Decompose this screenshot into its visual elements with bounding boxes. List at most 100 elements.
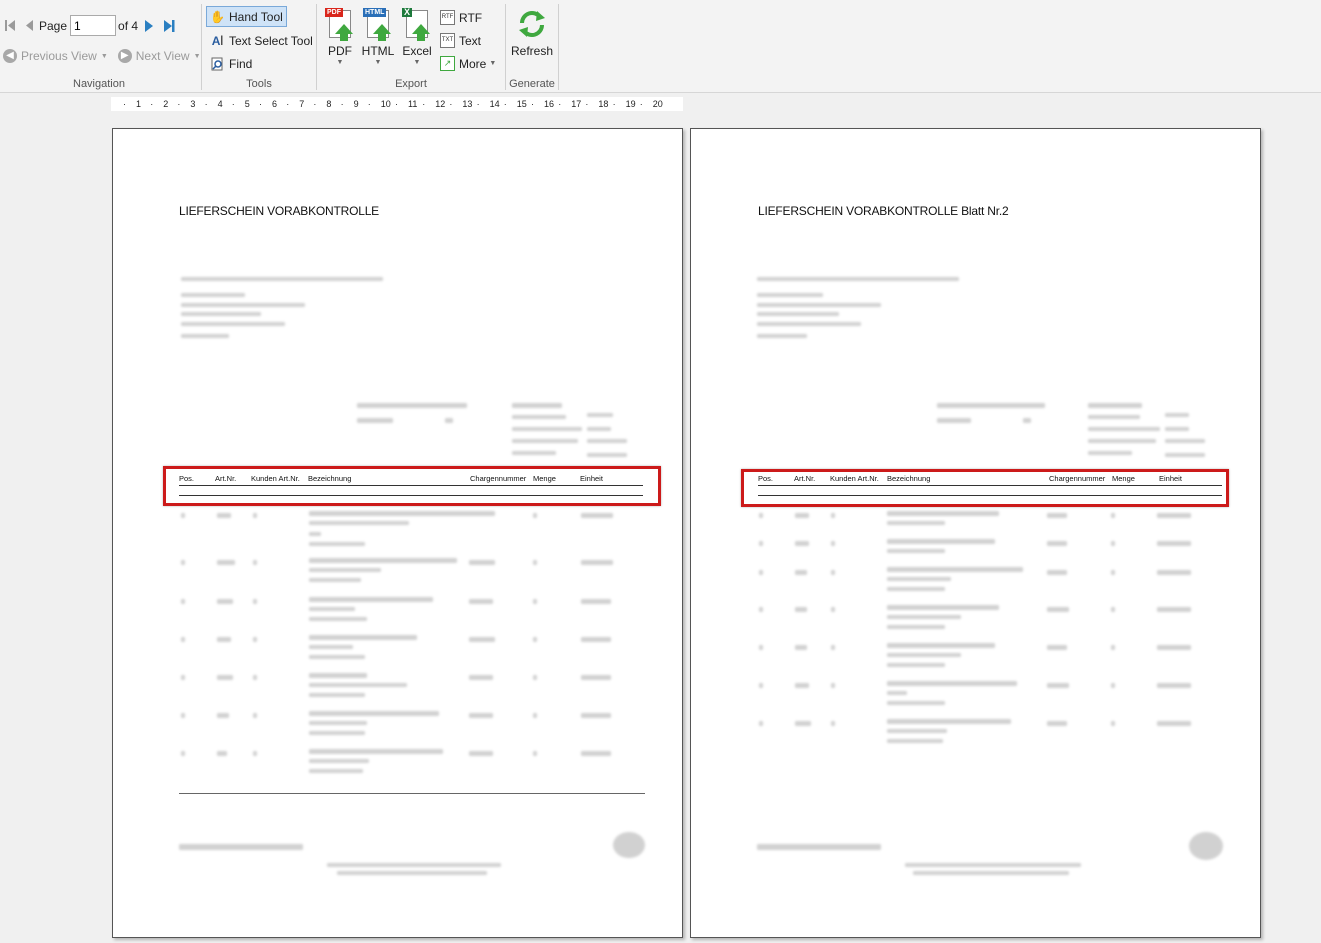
page-count: of 4 xyxy=(118,18,139,33)
previous-view-button[interactable]: ◀ Previous View ▼ xyxy=(3,49,108,63)
redacted-text xyxy=(795,683,809,688)
redacted-text xyxy=(337,871,487,875)
horizontal-ruler: 1 · 2 · 3 · 4 · 5 · 6 · 7 · 8 · 9 · 10 · 11 · 12 · 13 · 14 · 15 · 16 · 1… xyxy=(111,97,683,111)
redacted-text xyxy=(887,663,945,667)
redacted-text xyxy=(587,427,611,431)
logo xyxy=(1189,832,1223,860)
redacted-text xyxy=(937,403,1045,408)
export-html-button[interactable]: HTML HTML ▼ xyxy=(358,8,398,66)
redacted-text xyxy=(1088,451,1132,455)
export-rtf-button[interactable]: RTF RTF xyxy=(440,10,482,25)
tools-group-label: Tools xyxy=(246,78,272,90)
more-label: More xyxy=(459,56,487,71)
redacted-text xyxy=(831,645,835,650)
redacted-text xyxy=(181,560,185,565)
redacted-text xyxy=(512,415,566,419)
find-button[interactable]: Find xyxy=(207,53,255,74)
redacted-text xyxy=(1165,453,1205,457)
redacted-text xyxy=(887,615,961,619)
redacted-text xyxy=(1157,683,1191,688)
redacted-text xyxy=(469,713,493,718)
redacted-text xyxy=(309,721,367,725)
redacted-text xyxy=(587,439,627,443)
highlight-box xyxy=(163,466,661,506)
redacted-text xyxy=(887,521,945,525)
redacted-text xyxy=(757,303,881,307)
redacted-text xyxy=(757,844,881,850)
redacted-text xyxy=(795,541,809,546)
redacted-text xyxy=(309,673,367,678)
redacted-text xyxy=(887,701,945,705)
redacted-text xyxy=(1111,683,1115,688)
redacted-text xyxy=(1157,570,1191,575)
refresh-button[interactable]: Refresh xyxy=(509,8,555,58)
forward-arrow-icon: ▶ xyxy=(117,49,132,63)
redacted-text xyxy=(757,277,959,281)
last-page-icon[interactable] xyxy=(163,19,176,33)
previous-page-icon[interactable] xyxy=(24,19,34,32)
text-label: Text xyxy=(459,33,482,48)
redacted-text xyxy=(533,599,537,604)
redacted-text xyxy=(831,721,835,726)
export-more-button[interactable]: ↗ More ▼ xyxy=(440,56,496,71)
redacted-text xyxy=(181,675,185,680)
redacted-text xyxy=(253,713,257,718)
redacted-text xyxy=(512,403,562,408)
ruler-tick: · xyxy=(286,99,290,109)
redacted-text xyxy=(309,558,457,563)
redacted-text xyxy=(309,655,365,659)
redacted-text xyxy=(759,683,763,688)
redacted-text xyxy=(887,729,947,733)
redacted-text xyxy=(887,691,907,695)
ruler-tick-label: 7 xyxy=(299,99,305,109)
ruler-tick: · xyxy=(639,99,643,109)
ruler-tick-label: 5 xyxy=(244,99,250,109)
export-excel-button[interactable]: X Excel ▼ xyxy=(397,8,437,66)
redacted-text xyxy=(831,607,835,612)
ribbon-toolbar: Page of 4 ◀ Previous View ▼ ▶ Next View … xyxy=(0,0,1321,93)
redacted-text xyxy=(181,334,229,338)
first-page-icon[interactable] xyxy=(4,19,16,32)
redacted-text xyxy=(1047,541,1067,546)
redacted-text xyxy=(887,681,1017,686)
redacted-text xyxy=(1157,721,1191,726)
ruler-tick-label: 11 xyxy=(408,99,418,109)
text-select-tool-button[interactable]: A | Text Select Tool xyxy=(207,30,316,51)
redacted-text xyxy=(181,751,185,756)
report-page-2: LIEFERSCHEIN VORABKONTROLLE Blatt Nr.2 P… xyxy=(690,128,1261,938)
redacted-text xyxy=(309,769,363,773)
export-pdf-button[interactable]: PDF PDF ▼ xyxy=(320,8,360,66)
redacted-text xyxy=(533,751,537,756)
redacted-text xyxy=(831,570,835,575)
redacted-text xyxy=(587,453,627,457)
redacted-text xyxy=(795,721,811,726)
ruler-tick: · xyxy=(150,99,154,109)
excel-label: Excel xyxy=(402,44,432,58)
redacted-text xyxy=(309,711,439,716)
ruler-tick: · xyxy=(177,99,181,109)
text-cursor-icon: A | xyxy=(211,33,224,48)
redacted-text xyxy=(469,560,495,565)
redacted-text xyxy=(309,542,365,546)
redacted-text xyxy=(887,511,999,516)
ruler-tick-label: 8 xyxy=(326,99,332,109)
pdf-icon: PDF xyxy=(325,8,355,42)
redacted-text xyxy=(887,625,945,629)
redacted-text xyxy=(217,599,233,604)
ruler-tick-label: 9 xyxy=(353,99,359,109)
ruler-tick-label: 3 xyxy=(190,99,196,109)
hand-tool-button[interactable]: ✋ Hand Tool xyxy=(206,6,287,27)
page-number-input[interactable] xyxy=(70,15,117,36)
redacted-text xyxy=(533,560,537,565)
magnifier-icon xyxy=(210,56,225,71)
redacted-text xyxy=(1165,439,1205,443)
refresh-label: Refresh xyxy=(510,44,554,58)
next-view-button[interactable]: ▶ Next View ▼ xyxy=(117,49,201,63)
redacted-text xyxy=(253,751,257,756)
export-text-button[interactable]: TXT Text xyxy=(440,33,481,48)
redacted-text xyxy=(309,511,495,516)
hand-icon: ✋ xyxy=(210,9,225,24)
next-page-icon[interactable] xyxy=(144,19,154,33)
redacted-text xyxy=(1047,513,1067,518)
redacted-text xyxy=(181,599,185,604)
